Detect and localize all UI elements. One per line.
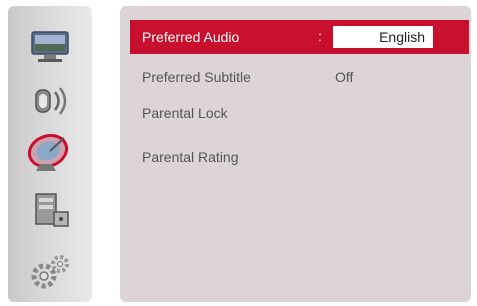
menu-row-parental-rating[interactable]: Parental Rating — [130, 142, 471, 172]
settings-sidebar — [8, 6, 92, 302]
menu-row-label: Parental Rating — [142, 149, 239, 165]
menu-row-preferred-audio[interactable]: Preferred Audio : English — [130, 20, 469, 54]
menu-row-label: Preferred Subtitle — [142, 69, 251, 85]
display-icon[interactable] — [26, 24, 74, 66]
gears-icon[interactable] — [26, 250, 74, 292]
menu-row-separator: : — [318, 28, 322, 44]
settings-panel: Preferred Audio : English Preferred Subt… — [120, 6, 471, 302]
lock-cabinet-icon[interactable] — [26, 190, 74, 232]
audio-language-value[interactable]: English — [333, 26, 433, 48]
menu-row-label: Preferred Audio — [142, 29, 240, 45]
subtitle-value: Off — [335, 69, 354, 85]
menu-row-label: Parental Lock — [142, 105, 228, 121]
speaker-icon[interactable] — [26, 80, 74, 122]
satellite-dish-icon[interactable] — [26, 130, 74, 172]
menu-row-preferred-subtitle[interactable]: Preferred Subtitle Off — [130, 62, 471, 92]
menu-row-parental-lock[interactable]: Parental Lock — [130, 98, 471, 128]
